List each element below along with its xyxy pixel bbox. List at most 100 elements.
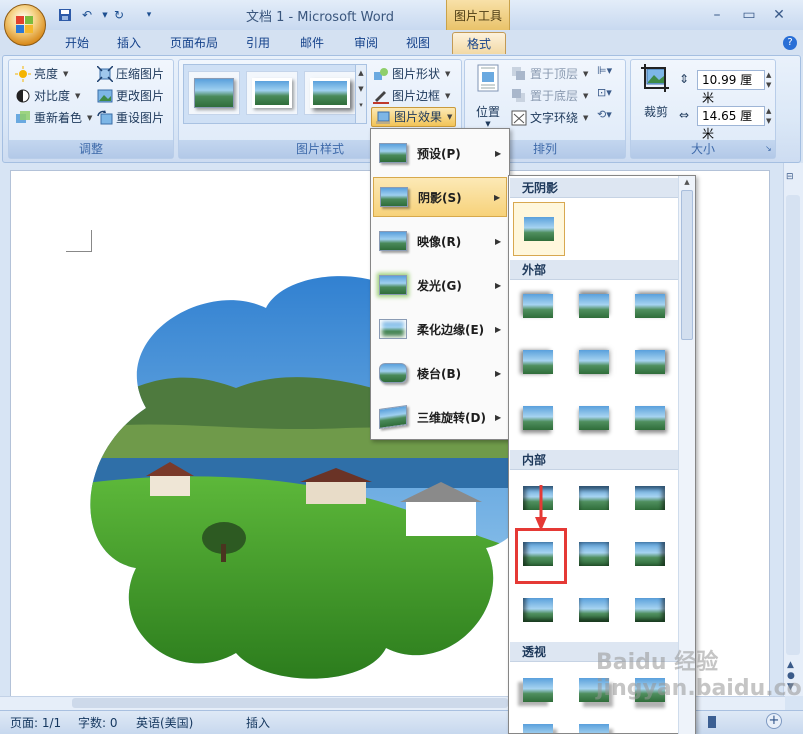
picture-border-button[interactable]: 图片边框 ▼: [373, 86, 450, 106]
tab-view[interactable]: 视图: [400, 32, 436, 54]
crop-button[interactable]: 裁剪: [635, 64, 677, 130]
change-picture-button[interactable]: 更改图片: [97, 86, 164, 106]
status-page[interactable]: 页面: 1/1: [10, 714, 61, 731]
recolor-button[interactable]: 重新着色 ▼: [15, 108, 92, 128]
picture-style-2[interactable]: [246, 71, 298, 115]
preset-icon: [379, 143, 407, 163]
close-icon[interactable]: ✕: [766, 6, 792, 24]
bevel-icon: [379, 363, 407, 383]
scroll-down-icon[interactable]: ▼: [356, 85, 366, 93]
gallery-scroll-thumb[interactable]: [681, 190, 693, 340]
shadow-option-inner[interactable]: [625, 474, 675, 522]
shadow-option-inner[interactable]: [625, 586, 675, 634]
dialog-launcher-icon[interactable]: ↘: [765, 144, 772, 153]
shape-width-input[interactable]: 14.65 厘米: [697, 106, 765, 141]
align-icon[interactable]: ⊫▾: [597, 64, 612, 77]
office-button[interactable]: [4, 4, 46, 46]
shadow-option-outer[interactable]: [569, 282, 619, 330]
rotate-icon[interactable]: ⟲▾: [597, 108, 612, 121]
redo-icon[interactable]: ↻: [110, 7, 128, 23]
shadow-option-perspective[interactable]: [513, 712, 563, 733]
shadow-option-outer[interactable]: [569, 394, 619, 442]
ruler-toggle-icon[interactable]: ⊟: [786, 172, 794, 182]
bring-to-front-button[interactable]: 置于顶层 ▼: [511, 64, 588, 84]
position-button[interactable]: 位置 ▼: [471, 64, 505, 130]
shadow-preview: [635, 406, 665, 430]
scroll-up-icon[interactable]: ▲: [679, 178, 695, 186]
shadow-option-outer[interactable]: [625, 282, 675, 330]
shadow-preview: [635, 542, 665, 566]
menu-item-shadow[interactable]: 阴影(S) ▶: [373, 177, 507, 217]
tab-format[interactable]: 格式: [452, 32, 506, 54]
undo-icon[interactable]: ↶: [78, 7, 96, 23]
shadow-option-inner[interactable]: [569, 530, 619, 578]
gallery-scroll[interactable]: ▲ ▼ ▾: [355, 64, 367, 124]
status-language[interactable]: 英语(美国): [136, 714, 193, 731]
shadow-option-perspective[interactable]: [513, 666, 563, 714]
customize-quick-access-icon[interactable]: ▾: [140, 7, 158, 23]
text-wrap-button[interactable]: 文字环绕 ▼: [511, 108, 588, 128]
red-arrow-icon: [535, 485, 547, 531]
brightness-button[interactable]: 亮度 ▼: [15, 64, 68, 84]
height-spinner[interactable]: ▲ ▼: [766, 70, 771, 90]
save-icon[interactable]: [56, 7, 74, 23]
menu-item-3d-rotation[interactable]: 三维旋转(D) ▶: [373, 397, 507, 437]
shadow-option-outer[interactable]: [625, 338, 675, 386]
tab-home[interactable]: 开始: [58, 32, 96, 54]
scroll-up-icon[interactable]: ▲: [356, 69, 366, 77]
compress-pictures-button[interactable]: 压缩图片: [96, 64, 164, 84]
zoom-in-icon[interactable]: +: [766, 713, 782, 729]
menu-item-soft-edges[interactable]: 柔化边缘(E) ▶: [373, 309, 507, 349]
picture-shape-button[interactable]: 图片形状 ▼: [373, 64, 450, 84]
shadow-option-inner[interactable]: [625, 530, 675, 578]
width-spinner[interactable]: ▲ ▼: [766, 106, 771, 126]
vertical-scroll-thumb[interactable]: [786, 195, 800, 655]
shadow-option-inner[interactable]: [569, 586, 619, 634]
tab-page-layout[interactable]: 页面布局: [164, 32, 224, 54]
shadow-option-outer[interactable]: [569, 338, 619, 386]
shadow-option-inner[interactable]: [513, 586, 563, 634]
submenu-arrow-icon: ▶: [495, 412, 502, 422]
shadow-option-perspective[interactable]: [569, 712, 619, 733]
restore-icon[interactable]: ▭: [736, 6, 762, 24]
reset-picture-button[interactable]: 重设图片: [97, 108, 164, 128]
status-words[interactable]: 字数: 0: [78, 714, 118, 731]
shadow-option-outer[interactable]: [625, 394, 675, 442]
shadow-option-outer[interactable]: [513, 338, 563, 386]
send-to-back-button[interactable]: 置于底层 ▼: [511, 86, 588, 106]
window-title: 文档 1 - Microsoft Word: [245, 10, 395, 25]
shadow-option-outer[interactable]: [513, 282, 563, 330]
minimize-icon[interactable]: –: [704, 6, 730, 24]
menu-item-glow[interactable]: 发光(G) ▶: [373, 265, 507, 305]
section-outer: 外部: [510, 260, 680, 280]
gallery-more-icon[interactable]: ▾: [356, 101, 366, 109]
menu-item-preset[interactable]: 预设(P) ▶: [373, 133, 507, 173]
shadow-preview: [579, 294, 609, 318]
shadow-option-none[interactable]: [513, 202, 565, 256]
tab-references[interactable]: 引用: [240, 32, 276, 54]
contrast-button[interactable]: 对比度 ▼: [15, 86, 80, 106]
shadow-preview: [579, 350, 609, 374]
picture-style-3[interactable]: [304, 71, 356, 115]
menu-item-bevel[interactable]: 棱台(B) ▶: [373, 353, 507, 393]
picture-shape-label: 图片形状: [392, 67, 441, 81]
shadow-option-outer[interactable]: [513, 394, 563, 442]
tab-mailings[interactable]: 邮件: [292, 32, 332, 54]
chevron-down-icon: ▼: [583, 92, 589, 100]
picture-style-1[interactable]: [188, 71, 240, 115]
picture-effects-menu: 预设(P) ▶ 阴影(S) ▶ 映像(R) ▶ 发光(G) ▶ 柔化边缘(E) …: [370, 128, 510, 440]
help-icon[interactable]: ?: [783, 36, 797, 50]
shape-height-input[interactable]: 10.99 厘米: [697, 70, 765, 105]
chevron-down-icon: ▼: [447, 113, 453, 121]
picture-effects-button[interactable]: 图片效果 ▼: [371, 107, 457, 127]
zoom-slider-thumb[interactable]: [708, 716, 716, 728]
horizontal-scroll-thumb[interactable]: [72, 698, 508, 708]
status-mode[interactable]: 插入: [246, 714, 270, 731]
section-inner: 内部: [510, 450, 680, 470]
chevron-down-icon: ▼: [87, 114, 93, 122]
menu-item-reflection[interactable]: 映像(R) ▶: [373, 221, 507, 261]
group-objects-icon[interactable]: ⊡▾: [597, 86, 612, 99]
shadow-option-inner[interactable]: [569, 474, 619, 522]
tab-insert[interactable]: 插入: [110, 32, 148, 54]
tab-review[interactable]: 审阅: [346, 32, 386, 54]
